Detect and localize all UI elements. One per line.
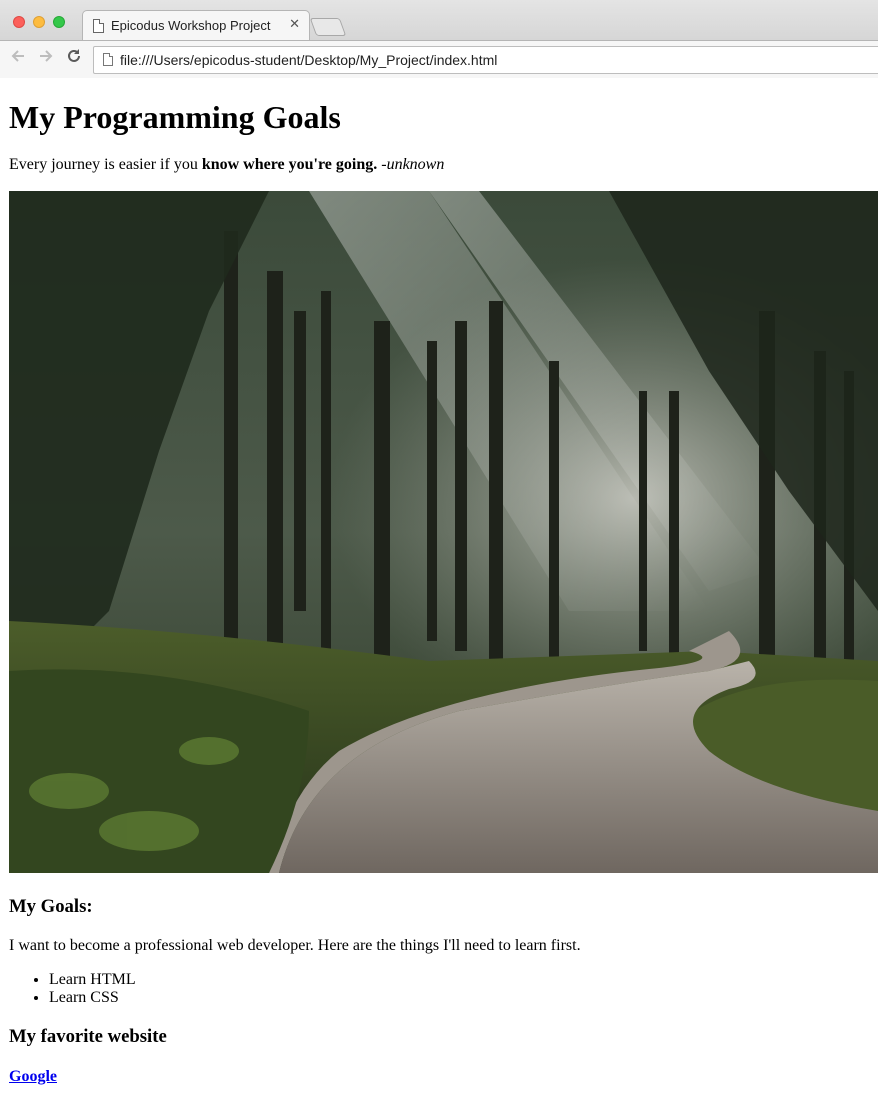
- minimize-window-button[interactable]: [33, 16, 45, 28]
- goals-heading: My Goals:: [9, 896, 93, 917]
- google-link[interactable]: Google: [9, 1068, 57, 1085]
- new-tab-button[interactable]: [309, 18, 347, 36]
- favorite-heading: My favorite website: [9, 1026, 167, 1047]
- goals-intro: I want to become a professional web deve…: [9, 937, 581, 954]
- tab-active[interactable]: Epicodus Workshop Project ✕: [82, 10, 310, 41]
- page-icon: [103, 53, 113, 66]
- list-item: Learn HTML: [49, 971, 878, 989]
- forward-button[interactable]: [36, 47, 56, 69]
- quote-text: Every journey is easier if you: [9, 156, 202, 173]
- address-bar[interactable]: file:///Users/epicodus-student/Desktop/M…: [93, 46, 878, 74]
- url-text[interactable]: file:///Users/epicodus-student/Desktop/M…: [120, 52, 497, 68]
- reload-button[interactable]: [64, 47, 84, 69]
- toolbar: file:///Users/epicodus-student/Desktop/M…: [0, 40, 878, 78]
- tab-strip: Epicodus Workshop Project ✕: [0, 0, 878, 41]
- page-title: My Programming Goals: [9, 99, 341, 135]
- close-window-button[interactable]: [13, 16, 25, 28]
- arrow-left-icon: [11, 50, 24, 62]
- list-item: Learn CSS: [49, 989, 878, 1007]
- quote: Every journey is easier if you know wher…: [9, 156, 878, 174]
- zoom-window-button[interactable]: [53, 16, 65, 28]
- page-content: My Programming Goals Every journey is ea…: [9, 78, 878, 1086]
- tab-title: Epicodus Workshop Project: [111, 18, 271, 33]
- browser-chrome: Epicodus Workshop Project ✕ file:///User…: [0, 0, 878, 78]
- goals-list: Learn HTML Learn CSS: [9, 971, 878, 1007]
- close-tab-icon[interactable]: ✕: [289, 17, 300, 32]
- arrow-right-icon: [40, 50, 53, 62]
- quote-author: -unknown: [377, 156, 445, 173]
- back-button[interactable]: [8, 47, 28, 69]
- reload-icon: [68, 49, 80, 62]
- page-icon: [93, 19, 104, 33]
- quote-bold: know where you're going.: [201, 156, 378, 173]
- forest-road-image: [9, 191, 878, 873]
